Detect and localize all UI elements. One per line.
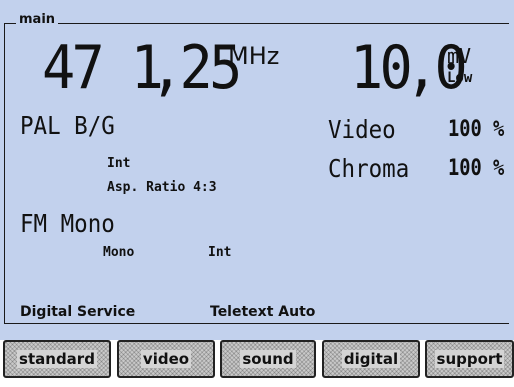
video-mod-value: 100 % bbox=[448, 117, 505, 142]
video-softkey[interactable]: video bbox=[117, 340, 215, 378]
frequency-unit: MHz bbox=[228, 42, 280, 70]
standard-softkey-label: standard bbox=[17, 350, 97, 368]
support-softkey-label: support bbox=[434, 350, 505, 368]
level-mode: Low bbox=[447, 70, 473, 86]
level-integer[interactable]: 10 bbox=[350, 38, 413, 98]
sound-softkey-label: sound bbox=[240, 350, 296, 368]
chroma-mod-value: 100 % bbox=[448, 156, 505, 181]
video-softkey-label: video bbox=[140, 350, 192, 368]
audio-channel: Mono bbox=[103, 245, 135, 260]
softkey-bar: standard video sound digital support bbox=[0, 340, 514, 387]
frequency-decimal[interactable]: ,25 bbox=[150, 38, 242, 98]
audio-source: Int bbox=[208, 245, 232, 260]
teletext-status: Teletext Auto bbox=[210, 304, 316, 320]
video-standard-name: PAL B/G bbox=[20, 111, 115, 140]
frequency-integer[interactable]: 47 1 bbox=[42, 38, 164, 98]
level-unit: mV bbox=[447, 44, 472, 68]
chroma-mod-label: Chroma bbox=[328, 154, 410, 183]
video-source: Int bbox=[107, 156, 131, 171]
sound-softkey[interactable]: sound bbox=[220, 340, 316, 378]
digital-service-status: Digital Service bbox=[20, 304, 136, 320]
standard-softkey[interactable]: standard bbox=[3, 340, 111, 378]
audio-mode: FM Mono bbox=[20, 209, 115, 238]
support-softkey[interactable]: support bbox=[425, 340, 514, 378]
digital-softkey-label: digital bbox=[341, 350, 401, 368]
panel-title: main bbox=[16, 12, 59, 28]
aspect-ratio: Asp. Ratio 4:3 bbox=[107, 180, 217, 195]
video-mod-label: Video bbox=[328, 115, 396, 144]
display-screen: main 47 1 ,25 MHz 10 ,0 mV Low PAL B/G I… bbox=[0, 0, 514, 387]
digital-softkey[interactable]: digital bbox=[322, 340, 420, 378]
